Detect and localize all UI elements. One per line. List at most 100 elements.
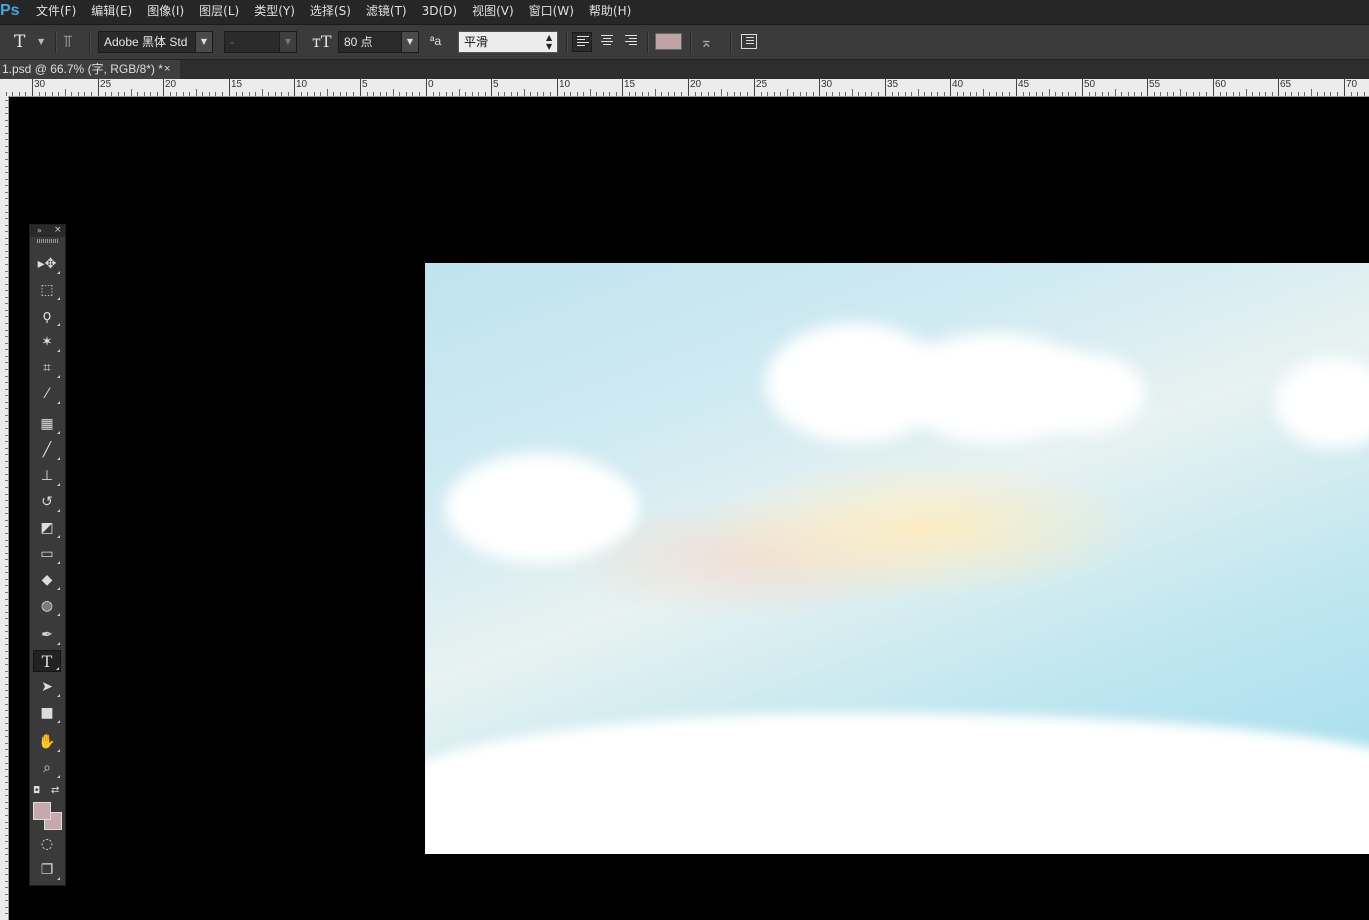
ruler-minor-tick <box>5 710 8 711</box>
ruler-minor-tick <box>1311 89 1312 96</box>
menu-layer[interactable]: 图层(L) <box>199 0 239 24</box>
ruler-minor-tick <box>5 736 8 737</box>
ruler-minor-tick <box>373 92 374 96</box>
stamp-icon: ⊥ <box>40 468 54 484</box>
ruler-minor-tick <box>367 92 368 96</box>
menu-filter[interactable]: 滤镜(T) <box>366 0 407 24</box>
ruler-minor-tick <box>937 92 938 96</box>
document-tab[interactable]: 1.psd @ 66.7% (字, RGB/8*) * × <box>0 60 180 79</box>
document-canvas[interactable] <box>425 263 1369 854</box>
align-left-button[interactable] <box>572 32 592 52</box>
gradient-tool[interactable]: ▭ <box>33 543 61 565</box>
ruler-minor-tick <box>5 717 8 718</box>
magic-wand-tool[interactable]: ✶ <box>33 331 61 353</box>
ruler-minor-tick <box>871 92 872 96</box>
rectangle-tool[interactable]: ■ <box>33 702 61 724</box>
history-brush-tool[interactable]: ↺ <box>33 491 61 513</box>
eyedropper-tool[interactable]: ⁄ <box>33 383 61 405</box>
anti-alias-select[interactable]: 平滑 <box>458 31 558 53</box>
ruler-minor-tick <box>406 92 407 96</box>
ruler-label: 20 <box>690 79 702 90</box>
ruler-minor-tick <box>5 559 8 560</box>
font-size-field[interactable]: 80 点 <box>338 31 403 53</box>
ruler-minor-tick <box>800 92 801 96</box>
ruler-major-tick <box>885 79 886 96</box>
ruler-minor-tick <box>504 92 505 96</box>
ruler-minor-tick <box>5 179 8 180</box>
eraser-tool[interactable]: ◩ <box>33 517 61 539</box>
ruler-minor-tick <box>268 92 269 96</box>
align-center-button[interactable] <box>597 32 617 52</box>
ruler-minor-tick <box>570 92 571 96</box>
character-panel-icon[interactable] <box>741 34 757 49</box>
warp-text-icon[interactable]: ⌅ <box>700 33 713 55</box>
ruler-minor-tick <box>45 92 46 96</box>
expand-icon[interactable]: » <box>37 225 42 236</box>
ruler-minor-tick <box>5 428 8 429</box>
chevron-down-icon[interactable]: ▼ <box>401 31 419 53</box>
lasso-tool[interactable]: ϙ <box>33 305 61 327</box>
font-style-select[interactable]: - <box>224 31 280 53</box>
path-selection-tool[interactable]: ➤ <box>33 676 61 698</box>
menu-file[interactable]: 文件(F) <box>36 0 76 24</box>
menu-view[interactable]: 视图(V) <box>472 0 514 24</box>
dodge-tool[interactable]: ◍ <box>33 595 61 617</box>
tool-preset-picker[interactable]: T <box>14 33 25 55</box>
ruler-minor-tick <box>5 185 8 186</box>
ruler-minor-tick <box>1272 92 1273 96</box>
horizontal-ruler[interactable]: 30 25 20 15 10 5 0 5 10 15 20 25 30 35 40 45 50 55 60 65 70 <box>0 79 1369 97</box>
ruler-label: 15 <box>231 79 243 90</box>
drag-grip[interactable] <box>37 239 59 243</box>
menu-edit[interactable]: 编辑(E) <box>91 0 132 24</box>
menu-window[interactable]: 窗口(W) <box>529 0 574 24</box>
swap-colors-icon[interactable]: ⇄ <box>51 785 59 796</box>
ruler-minor-tick <box>1115 89 1116 96</box>
foreground-color-swatch[interactable] <box>33 802 51 820</box>
default-colors-icon[interactable]: ◘ <box>33 786 40 796</box>
menu-3d[interactable]: 3D(D) <box>422 0 457 24</box>
ruler-minor-tick <box>1186 92 1187 96</box>
ruler-minor-tick <box>5 100 8 101</box>
ruler-minor-tick <box>858 92 859 96</box>
pen-tool[interactable]: ✒ <box>33 624 61 646</box>
type-tool[interactable]: T <box>33 650 61 672</box>
ruler-minor-tick <box>5 638 8 639</box>
chevron-down-icon[interactable]: ▼ <box>279 31 297 53</box>
chevron-down-icon[interactable]: ▼ <box>195 31 213 53</box>
marquee-tool[interactable]: ⬚ <box>33 279 61 301</box>
quick-mask-tool[interactable]: ◌ <box>33 833 61 855</box>
ruler-minor-tick <box>747 92 748 96</box>
vertical-ruler[interactable] <box>0 96 9 920</box>
ruler-minor-tick <box>767 92 768 96</box>
type-icon: T <box>41 652 53 671</box>
close-icon[interactable]: × <box>54 225 62 236</box>
hand-tool[interactable]: ✋ <box>33 731 61 753</box>
menu-type[interactable]: 类型(Y) <box>254 0 295 24</box>
ruler-minor-tick <box>5 585 8 586</box>
zoom-tool[interactable]: ⌕ <box>33 757 61 779</box>
text-orientation-icon[interactable]: ⫪ <box>63 32 73 54</box>
blur-tool[interactable]: ◆ <box>33 569 61 591</box>
magic-wand-icon: ✶ <box>41 334 53 350</box>
clone-stamp-tool[interactable]: ⊥ <box>33 465 61 487</box>
menu-bar: Ps 文件(F) 编辑(E) 图像(I) 图层(L) 类型(Y) 选择(S) 滤… <box>0 0 1369 25</box>
text-color-swatch[interactable] <box>655 33 682 50</box>
ruler-minor-tick <box>78 92 79 96</box>
align-right-button[interactable] <box>621 32 641 52</box>
ruler-minor-tick <box>832 92 833 96</box>
move-tool[interactable]: ▸✥ <box>33 253 61 275</box>
menu-help[interactable]: 帮助(H) <box>589 0 631 24</box>
crop-tool[interactable]: ⌗ <box>33 357 61 379</box>
menu-select[interactable]: 选择(S) <box>310 0 351 24</box>
ruler-minor-tick <box>12 92 13 96</box>
chevron-down-icon[interactable]: ▼ <box>38 37 44 59</box>
ruler-minor-tick <box>5 887 8 888</box>
healing-brush-tool[interactable]: ▦ <box>33 413 61 435</box>
menu-image[interactable]: 图像(I) <box>147 0 184 24</box>
font-family-select[interactable]: Adobe 黑体 Std <box>98 31 196 53</box>
brush-tool[interactable]: ╱ <box>33 439 61 461</box>
close-icon[interactable]: × <box>164 60 170 79</box>
screen-mode-tool[interactable]: ❐ <box>33 859 61 881</box>
tools-panel-header[interactable]: » × <box>30 225 65 237</box>
ruler-major-tick <box>1278 79 1279 96</box>
